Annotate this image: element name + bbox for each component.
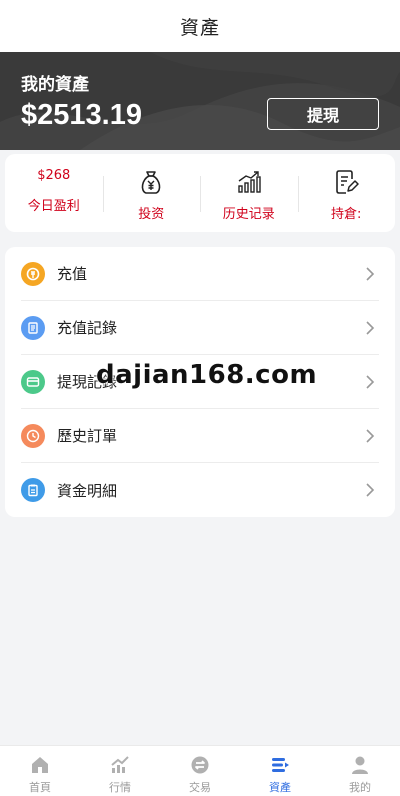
today-profit-value: $268: [37, 168, 71, 183]
card-icon: [21, 369, 45, 394]
tab-assets[interactable]: 資產: [240, 746, 320, 796]
recharge-icon: [21, 261, 45, 286]
exchange-icon: [190, 754, 210, 776]
today-profit-label: 今日盈利: [27, 199, 80, 214]
tab-market[interactable]: 行情: [80, 746, 160, 796]
holdings-label: 持倉:: [331, 207, 362, 222]
tab-label: 我的: [349, 781, 371, 794]
bottom-tab-bar: 首頁 行情 交易 資產 我的: [0, 745, 400, 796]
stat-holdings[interactable]: 持倉:: [297, 154, 396, 232]
assets-icon: [270, 754, 290, 776]
tab-home[interactable]: 首頁: [0, 746, 80, 796]
stat-history[interactable]: 历史记录: [200, 154, 298, 232]
top-bar: 資產: [0, 0, 400, 52]
home-icon: [30, 754, 50, 776]
withdraw-button[interactable]: 提現: [267, 98, 379, 130]
chevron-right-icon: [365, 482, 375, 502]
menu-item-recharge-records[interactable]: 充值記錄: [21, 301, 379, 355]
clock-icon: [21, 423, 45, 448]
bar-chart-icon: [236, 168, 262, 196]
tab-trade[interactable]: 交易: [160, 746, 240, 796]
menu-item-label: 充值: [57, 265, 88, 283]
money-bag-icon: [138, 168, 164, 196]
menu-item-order-history[interactable]: 歷史訂單: [21, 409, 379, 463]
chevron-right-icon: [365, 320, 375, 340]
history-label: 历史记录: [222, 207, 275, 222]
menu-item-fund-details[interactable]: 資金明細: [21, 463, 379, 517]
chevron-right-icon: [365, 428, 375, 448]
page-title: 資產: [179, 16, 220, 39]
watermark: dajian168.com: [96, 360, 318, 390]
clipboard-icon: [21, 478, 45, 502]
tab-profile[interactable]: 我的: [320, 746, 400, 796]
menu-item-recharge[interactable]: 充值: [21, 247, 379, 301]
tab-label: 資產: [269, 781, 291, 794]
edit-document-icon: [333, 168, 359, 196]
tab-label: 交易: [189, 781, 211, 794]
wallet-label: 我的資產: [21, 75, 89, 95]
wallet-card: 我的資產 $2513.19 提現: [0, 52, 400, 150]
menu-item-label: 歷史訂單: [57, 427, 118, 445]
chart-icon: [110, 754, 130, 776]
user-icon: [350, 754, 370, 776]
tab-label: 行情: [109, 781, 131, 794]
stat-invest[interactable]: 投资: [102, 154, 201, 232]
menu-item-label: 充值記錄: [57, 319, 118, 337]
chevron-right-icon: [365, 266, 375, 286]
stats-panel: $268 今日盈利 投资 历史记录 持倉:: [5, 154, 395, 232]
stat-today-profit[interactable]: $268 今日盈利: [5, 154, 103, 232]
wallet-balance: $2513.19: [21, 99, 142, 131]
tab-label: 首頁: [29, 781, 51, 794]
document-icon: [21, 315, 45, 340]
chevron-right-icon: [365, 374, 375, 394]
invest-label: 投资: [138, 207, 165, 222]
menu-item-label: 資金明細: [57, 481, 118, 500]
